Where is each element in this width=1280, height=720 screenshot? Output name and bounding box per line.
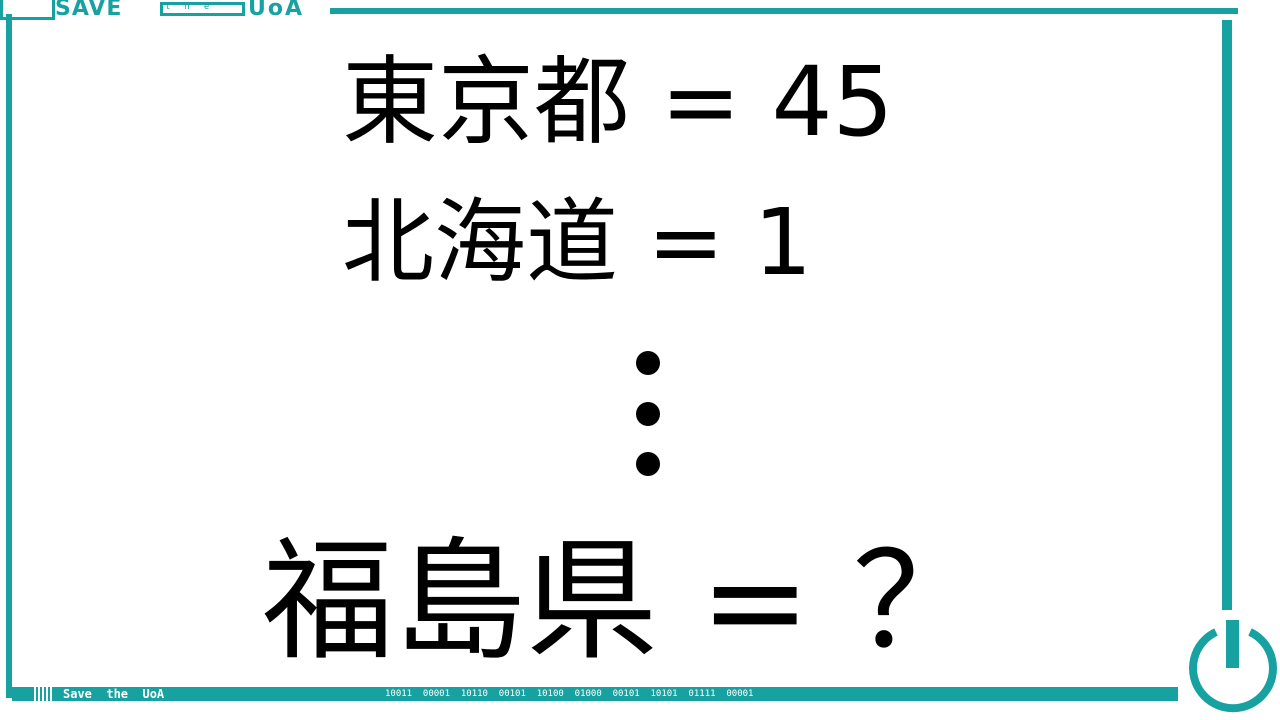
footer-binary-code: 10011 00001 10110 00101 10100 01000 0010… — [385, 689, 754, 699]
footer-barcode-decoration — [34, 687, 52, 701]
power-icon — [1189, 620, 1277, 713]
logo-word-the: the — [165, 2, 224, 12]
logo-word-uoa: UoA — [248, 0, 305, 21]
footer-label: Save the UoA — [63, 687, 165, 701]
frame-top-border — [330, 8, 1238, 14]
puzzle-line-hokkaido: 北海道 = 1 — [342, 189, 813, 296]
frame-right-border — [1222, 20, 1232, 610]
puzzle-line-fukushima-question: 福島県 = ？ — [262, 525, 985, 679]
logo-word-save: SAVE — [55, 0, 123, 21]
frame-left-border — [6, 14, 12, 698]
logo-frame-left — [0, 0, 55, 20]
puzzle-line-tokyo: 東京都 = 45 — [342, 46, 894, 158]
logo: SAVE the UoA — [0, 0, 330, 22]
